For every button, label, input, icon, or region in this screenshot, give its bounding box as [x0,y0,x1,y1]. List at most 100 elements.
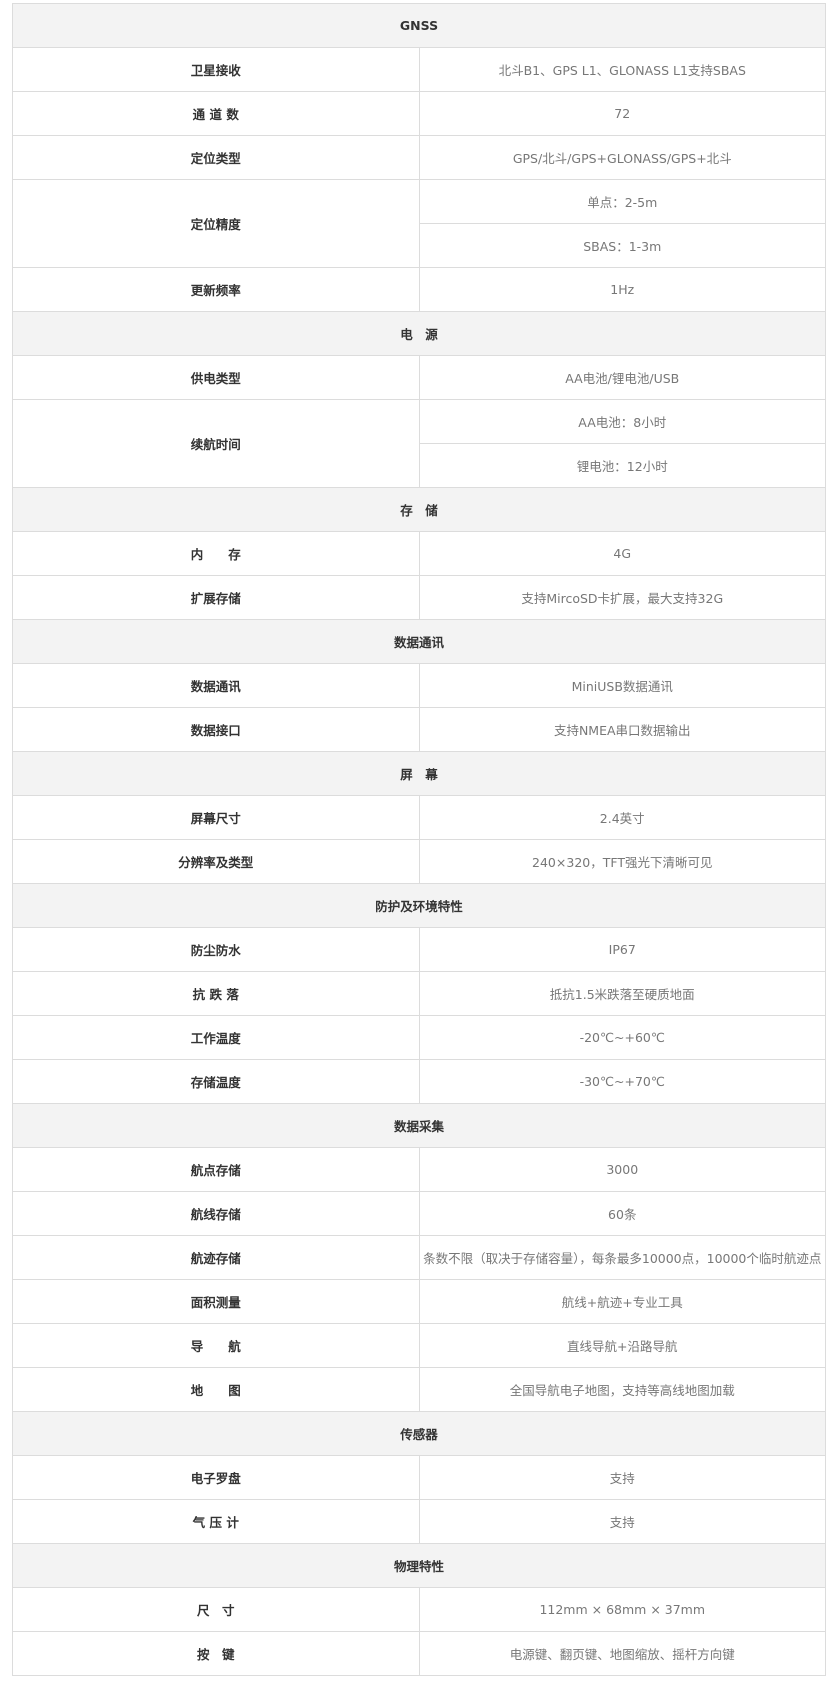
spec-value: 航线+航迹+专业工具 [418,1279,826,1324]
spec-row: 定位类型 GPS/北斗/GPS+GLONASS/GPS+北斗 [12,135,826,180]
spec-value: 60条 [418,1191,826,1236]
spec-value: 4G [418,531,826,576]
section-title: 数据采集 [12,1103,826,1148]
section-header-row: 数据通讯 [12,619,826,664]
spec-value: 支持NMEA串口数据输出 [418,707,826,752]
spec-label: 卫星接收 [12,47,420,92]
spec-row: 导 航直线导航+沿路导航 [12,1323,826,1368]
spec-value: 支持MircoSD卡扩展，最大支持32G [418,575,826,620]
section-header-row: 电 源 [12,311,826,356]
spec-value: 2.4英寸 [418,795,826,840]
spec-label: 尺 寸 [12,1587,420,1632]
spec-table-body: GNSS 卫星接收 北斗B1、GPS L1、GLONASS L1支持SBAS 通 道 … [12,3,826,1676]
spec-value: 全国导航电子地图，支持等高线地图加载 [418,1367,826,1412]
spec-label: 航线存储 [12,1191,420,1236]
spec-row: 抗 跌 落抵抗1.5米跌落至硬质地面 [12,971,826,1016]
spec-label: 通 道 数 [12,91,420,136]
spec-label: 屏幕尺寸 [12,795,420,840]
spec-value: SBAS：1-3m [418,223,826,268]
spec-value: 112mm × 68mm × 37mm [418,1587,826,1632]
spec-label: 分辨率及类型 [12,839,420,884]
spec-label: 扩展存储 [12,575,420,620]
spec-row: 扩展存储 支持MircoSD卡扩展，最大支持32G [12,575,826,620]
section-header-row: 存 储 [12,487,826,532]
spec-value: 1Hz [418,267,826,312]
section-title: 数据通讯 [12,619,826,664]
spec-row: 航迹存储 条数不限（取决于存储容量），每条最多10000点，10000个临时航迹点 [12,1235,826,1280]
spec-value: 锂电池：12小时 [418,443,826,488]
spec-label: 航迹存储 [12,1235,420,1280]
section-title: 传感器 [12,1411,826,1456]
spec-label: 供电类型 [12,355,420,400]
spec-label: 电子罗盘 [12,1455,420,1500]
section-title: GNSS [12,3,826,48]
spec-label: 数据接口 [12,707,420,752]
spec-value: 抵抗1.5米跌落至硬质地面 [418,971,826,1016]
spec-row: 卫星接收 北斗B1、GPS L1、GLONASS L1支持SBAS [12,47,826,92]
spec-row: 尺 寸 112mm × 68mm × 37mm [12,1587,826,1632]
spec-label: 抗 跌 落 [12,971,420,1016]
spec-value: 电源键、翻页键、地图缩放、摇杆方向键 [418,1631,826,1676]
section-header-row: 物理特性 [12,1543,826,1588]
spec-label: 按 键 [12,1631,420,1676]
spec-row: 电子罗盘 支持 [12,1455,826,1500]
spec-row: 定位精度 单点：2-5m [12,179,826,268]
spec-value: 北斗B1、GPS L1、GLONASS L1支持SBAS [418,47,826,92]
spec-value: -20℃~+60℃ [418,1015,826,1060]
spec-label: 地 图 [12,1367,420,1412]
spec-value: AA电池/锂电池/USB [418,355,826,400]
spec-row: 航点存储 3000 [12,1147,826,1192]
spec-row: 气 压 计支持 [12,1499,826,1544]
spec-row: 航线存储 60条 [12,1191,826,1236]
spec-value: 条数不限（取决于存储容量），每条最多10000点，10000个临时航迹点 [418,1235,826,1280]
spec-row: 更新频率 1Hz [12,267,826,312]
spec-value: 支持 [418,1455,826,1500]
spec-value: IP67 [418,927,826,972]
spec-row: 分辨率及类型 240×320，TFT强光下清晰可见 [12,839,826,884]
spec-label: 内 存 [12,531,420,576]
spec-value: 直线导航+沿路导航 [418,1323,826,1368]
spec-label: 工作温度 [12,1015,420,1060]
section-title: 防护及环境特性 [12,883,826,928]
spec-label: 更新频率 [12,267,420,312]
spec-value: MiniUSB数据通讯 [418,663,826,708]
spec-row: 面积测量 航线+航迹+专业工具 [12,1279,826,1324]
spec-value: 单点：2-5m [418,179,826,224]
spec-row: 内 存 4G [12,531,826,576]
spec-label: 定位类型 [12,135,420,180]
spec-label: 导 航 [12,1323,420,1368]
spec-value: AA电池：8小时 [418,399,826,444]
spec-row: 续航时间 AA电池：8小时 [12,399,826,488]
section-header-row: GNSS [12,3,826,48]
section-title: 存 储 [12,487,826,532]
spec-label: 面积测量 [12,1279,420,1324]
spec-label: 防尘防水 [12,927,420,972]
spec-row: 存储温度 -30℃~+70℃ [12,1059,826,1104]
section-title: 屏 幕 [12,751,826,796]
spec-label: 定位精度 [12,179,420,268]
spec-label: 气 压 计 [12,1499,420,1544]
spec-row: 屏幕尺寸 2.4英寸 [12,795,826,840]
section-header-row: 屏 幕 [12,751,826,796]
spec-row: 数据接口 支持NMEA串口数据输出 [12,707,826,752]
section-header-row: 传感器 [12,1411,826,1456]
spec-label: 航点存储 [12,1147,420,1192]
spec-value: 240×320，TFT强光下清晰可见 [418,839,826,884]
spec-value: -30℃~+70℃ [418,1059,826,1104]
section-title: 电 源 [12,311,826,356]
spec-row: 数据通讯 MiniUSB数据通讯 [12,663,826,708]
spec-label: 存储温度 [12,1059,420,1104]
spec-value: GPS/北斗/GPS+GLONASS/GPS+北斗 [418,135,826,180]
spec-row: 工作温度 -20℃~+60℃ [12,1015,826,1060]
spec-label: 数据通讯 [12,663,420,708]
spec-row: 防尘防水 IP67 [12,927,826,972]
section-title: 物理特性 [12,1543,826,1588]
spec-label: 续航时间 [12,399,420,488]
spec-value: 3000 [418,1147,826,1192]
spec-row: 供电类型 AA电池/锂电池/USB [12,355,826,400]
spec-row: 地 图全国导航电子地图，支持等高线地图加载 [12,1367,826,1412]
section-header-row: 防护及环境特性 [12,883,826,928]
spec-row: 通 道 数 72 [12,91,826,136]
section-header-row: 数据采集 [12,1103,826,1148]
spec-row: 按 键电源键、翻页键、地图缩放、摇杆方向键 [12,1631,826,1676]
